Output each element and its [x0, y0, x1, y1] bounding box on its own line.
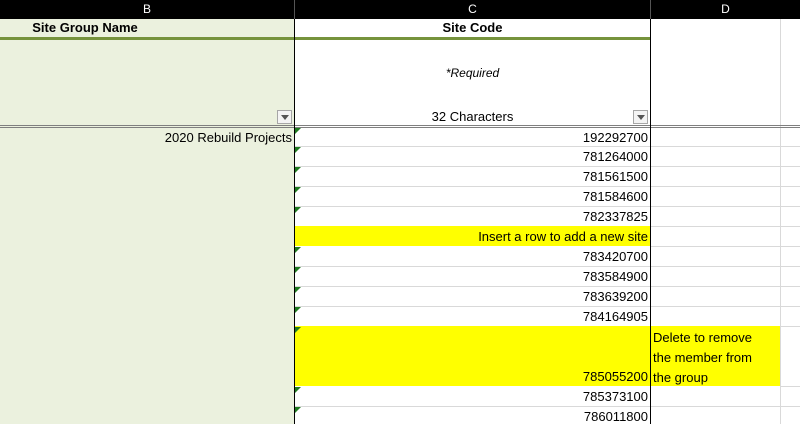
- site-group-column-fill: [0, 19, 294, 424]
- gridline: [780, 386, 800, 387]
- filter-dropdown-b[interactable]: [277, 110, 292, 124]
- filter-dropdown-c[interactable]: [633, 110, 648, 124]
- site-code-cell[interactable]: 781561500: [295, 166, 650, 186]
- cell-indicator-triangle: [295, 147, 301, 153]
- site-code-cell[interactable]: 785055200: [295, 366, 650, 386]
- site-code-cell[interactable]: 781264000: [295, 146, 650, 166]
- site-code-cell[interactable]: 784164905: [295, 306, 650, 326]
- cell-indicator-triangle: [295, 287, 301, 293]
- cell-indicator-triangle: [295, 327, 301, 333]
- gridline: [650, 146, 800, 147]
- cell-indicator-triangle: [295, 167, 301, 173]
- cell-indicator-triangle: [295, 187, 301, 193]
- column-header-c[interactable]: C: [294, 0, 650, 19]
- gridline: [650, 166, 800, 167]
- delete-note-line: the member from: [653, 350, 752, 365]
- gridline: [780, 19, 781, 424]
- gridline: [650, 306, 800, 307]
- delete-note-line: Delete to remove: [653, 330, 752, 345]
- gridline: [650, 186, 800, 187]
- required-text: *Required: [445, 66, 500, 80]
- group-name-cell[interactable]: 2020 Rebuild Projects: [0, 128, 292, 148]
- site-code-cell[interactable]: 785373100: [295, 386, 650, 406]
- site-code-cell[interactable]: 783639200: [295, 286, 650, 306]
- site-code-cell[interactable]: 192292700: [295, 128, 650, 146]
- delete-note[interactable]: Delete to remove the member from the gro…: [653, 328, 780, 388]
- cell-indicator-triangle: [295, 407, 301, 413]
- site-code-cell[interactable]: 783420700: [295, 246, 650, 266]
- gridline: [650, 406, 800, 407]
- frozen-pane-line: [0, 125, 800, 126]
- delete-note-line: the group: [653, 370, 708, 385]
- site-code-cell[interactable]: 783584900: [295, 266, 650, 286]
- cell-indicator-triangle: [295, 267, 301, 273]
- cell-indicator-triangle: [295, 307, 301, 313]
- site-code-cell[interactable]: 782337825: [295, 206, 650, 226]
- site-code-header[interactable]: Site Code: [295, 19, 650, 37]
- characters-limit-cell[interactable]: 32 Characters: [295, 108, 650, 125]
- cell-indicator-triangle: [295, 128, 301, 134]
- site-group-name-header[interactable]: Site Group Name: [0, 19, 170, 37]
- gridline: [650, 286, 800, 287]
- site-code-cell[interactable]: 786011800: [295, 406, 650, 426]
- insert-row-note[interactable]: Insert a row to add a new site: [295, 226, 650, 246]
- gridline: [650, 206, 800, 207]
- site-code-cell[interactable]: 781584600: [295, 186, 650, 206]
- cell-indicator-triangle: [295, 387, 301, 393]
- column-header-d[interactable]: D: [650, 0, 800, 19]
- gridline: [650, 266, 800, 267]
- cell-indicator-triangle: [295, 207, 301, 213]
- gridline: [650, 246, 800, 247]
- column-header-b[interactable]: B: [0, 0, 294, 19]
- gridline: [650, 226, 800, 227]
- cell-indicator-triangle: [295, 247, 301, 253]
